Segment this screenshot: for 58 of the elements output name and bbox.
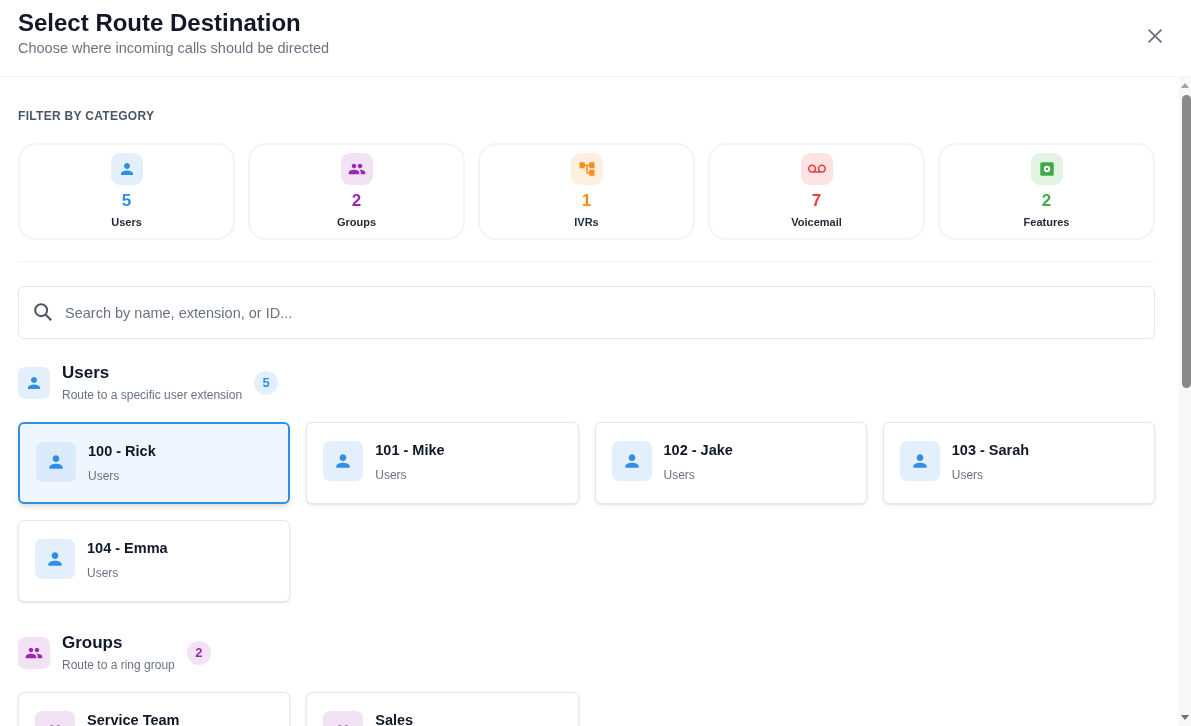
category-count: 1 xyxy=(581,191,592,211)
category-count: 2 xyxy=(351,191,362,211)
section-title: Users xyxy=(62,363,111,383)
category-label: IVRs xyxy=(574,215,599,229)
category-label: Users xyxy=(111,215,142,229)
category-card[interactable]: 2 Features xyxy=(938,143,1155,240)
scroll-down-icon[interactable] xyxy=(1180,715,1190,720)
destination-name: 103 - Sarah xyxy=(951,441,1030,459)
destination-card[interactable]: Sales xyxy=(306,692,579,726)
destination-type: Users xyxy=(88,468,121,484)
count-badge: 5 xyxy=(254,371,279,395)
section-label: FILTER BY CATEGORY xyxy=(18,109,156,123)
scroll-up-icon[interactable] xyxy=(1180,83,1190,88)
destination-type: Users xyxy=(87,565,120,581)
category-count: 2 xyxy=(1041,191,1052,211)
destination-name: Service Team xyxy=(87,711,180,726)
count-badge: 2 xyxy=(186,641,211,665)
category-label: Groups xyxy=(336,215,377,229)
dialog-title: Select Route Destination xyxy=(18,8,302,38)
scrollbar[interactable] xyxy=(1179,77,1191,726)
destination-type: Users xyxy=(375,467,408,483)
person-icon xyxy=(35,539,75,579)
destination-card[interactable]: 100 - Rick Users xyxy=(18,422,291,504)
destination-name: 101 - Mike xyxy=(375,441,445,459)
person-icon xyxy=(18,367,50,399)
destination-name: Sales xyxy=(375,711,414,726)
tree-icon xyxy=(570,153,603,185)
section-description: Route to a ring group xyxy=(62,657,175,673)
category-count: 5 xyxy=(121,191,132,211)
destination-card[interactable]: 103 - Sarah Users xyxy=(882,422,1155,504)
person-icon xyxy=(36,442,76,482)
destination-card[interactable]: 104 - Emma Users xyxy=(18,520,291,602)
voicemail-icon xyxy=(800,153,833,185)
person-icon xyxy=(110,153,143,185)
destination-card[interactable]: 101 - Mike Users xyxy=(306,422,579,504)
destination-card[interactable]: Service Team xyxy=(18,692,291,726)
category-card[interactable]: 5 Users xyxy=(18,143,235,240)
person-icon xyxy=(899,441,940,481)
category-card[interactable]: 7 Voicemail xyxy=(708,143,925,240)
destination-name: 102 - Jake xyxy=(663,441,733,459)
category-label: Features xyxy=(1023,215,1070,229)
category-count: 7 xyxy=(811,191,822,211)
destination-card[interactable]: 102 - Jake Users xyxy=(594,422,867,504)
category-label: Voicemail xyxy=(791,215,842,229)
section-title: Groups xyxy=(62,633,124,653)
destination-type: Users xyxy=(663,467,696,483)
category-card[interactable]: 2 Groups xyxy=(248,143,465,240)
gear-icon xyxy=(1030,153,1063,185)
destination-type: Users xyxy=(951,467,985,483)
destination-name: 100 - Rick xyxy=(88,442,156,460)
person-icon xyxy=(611,441,652,481)
person-icon xyxy=(323,441,364,481)
destination-name: 104 - Emma xyxy=(87,539,168,557)
search-icon xyxy=(32,301,54,323)
search-field[interactable]: Search by name, extension, or ID... xyxy=(18,286,1155,339)
section-description: Route to a specific user extension xyxy=(62,387,243,403)
category-card[interactable]: 1 IVRs xyxy=(478,143,695,240)
dialog-subtitle: Choose where incoming calls should be directed xyxy=(18,39,330,58)
